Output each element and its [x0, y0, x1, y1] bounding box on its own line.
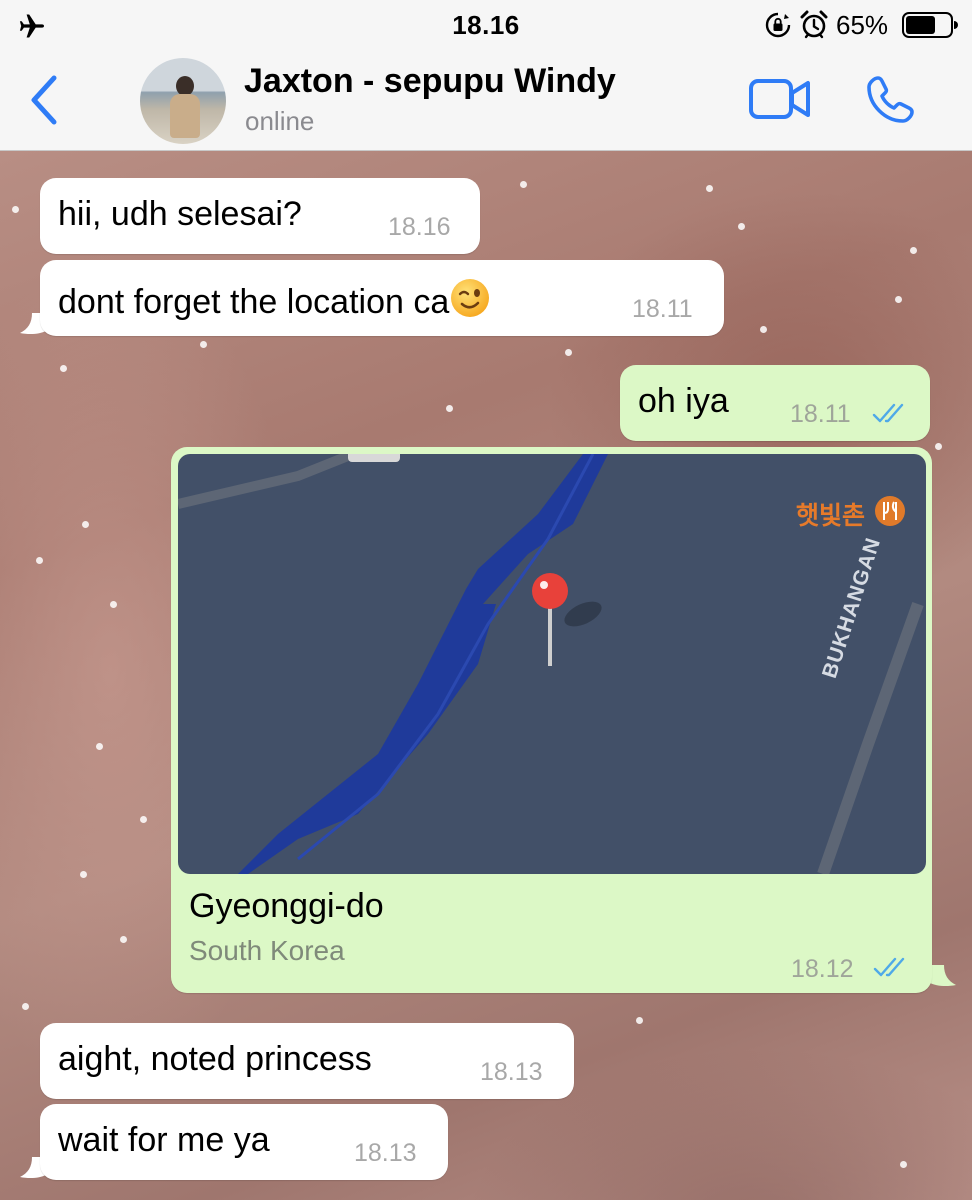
background-sparkle	[446, 405, 453, 412]
video-camera-icon[interactable]	[748, 74, 812, 124]
map-pin-icon	[532, 573, 568, 609]
contact-name[interactable]: Jaxton - sepupu Windy	[244, 62, 616, 101]
chat-background[interactable]: hii, udh selesai? 18.16 dont forget the …	[0, 151, 972, 1200]
map-pin-shadow	[564, 601, 602, 627]
message-time: 18.12	[791, 955, 854, 983]
bubble-tail-outgoing	[930, 965, 956, 987]
location-map-preview[interactable]: 햇빛촌 BUKHANGAN	[178, 454, 926, 874]
background-sparkle	[565, 349, 572, 356]
rotation-lock-icon	[765, 12, 791, 38]
phone-icon[interactable]	[864, 74, 916, 126]
avatar-figure-body	[170, 94, 200, 138]
message-time: 18.16	[388, 213, 451, 241]
background-sparkle	[895, 296, 902, 303]
background-sparkle	[82, 521, 89, 528]
location-message-bubble[interactable]: 햇빛촌 BUKHANGAN Gyeonggi-do South Korea 18…	[171, 447, 932, 993]
message-time: 18.13	[354, 1139, 417, 1167]
message-text: wait for me ya	[58, 1121, 270, 1159]
background-sparkle	[910, 247, 917, 254]
background-sparkle	[96, 743, 103, 750]
status-bar: 18.16 65%	[0, 0, 972, 52]
background-sparkle	[22, 1003, 29, 1010]
restaurant-icon	[875, 496, 905, 526]
message-text-content: dont forget the location ca	[58, 283, 450, 321]
message-bubble-incoming[interactable]: dont forget the location ca 18.11	[40, 260, 724, 336]
winking-face-emoji	[451, 279, 490, 317]
read-ticks-icon	[873, 957, 905, 977]
message-text: oh iya	[638, 382, 729, 420]
battery-percentage: 65%	[836, 10, 889, 40]
background-sparkle	[200, 341, 207, 348]
map-river	[238, 454, 608, 874]
background-sparkle	[120, 936, 127, 943]
background-sparkle	[706, 185, 713, 192]
background-sparkle	[12, 206, 19, 213]
message-bubble-incoming[interactable]: wait for me ya 18.13	[40, 1104, 448, 1180]
chat-header: Jaxton - sepupu Windy online	[0, 52, 972, 151]
location-subtitle: South Korea	[189, 935, 345, 966]
avatar[interactable]	[140, 58, 226, 144]
message-text: hii, udh selesai?	[58, 195, 302, 233]
message-text: aight, noted princess	[58, 1040, 372, 1078]
message-text: dont forget the location ca	[58, 277, 491, 322]
contact-status: online	[245, 106, 315, 136]
background-sparkle	[36, 557, 43, 564]
background-sparkle	[140, 816, 147, 823]
message-bubble-outgoing[interactable]: oh iya 18.11	[620, 365, 930, 441]
message-bubble-incoming[interactable]: aight, noted princess 18.13	[40, 1023, 574, 1099]
avatar-figure-head	[176, 76, 194, 96]
alarm-icon	[800, 10, 828, 39]
background-sparkle	[636, 1017, 643, 1024]
location-title: Gyeonggi-do	[189, 887, 384, 925]
back-chevron-icon[interactable]	[24, 74, 64, 126]
background-sparkle	[60, 365, 67, 372]
message-bubble-incoming[interactable]: hii, udh selesai? 18.16	[40, 178, 480, 254]
background-sparkle	[760, 326, 767, 333]
background-sparkle	[900, 1161, 907, 1168]
background-sparkle	[935, 443, 942, 450]
map-poi-label: 햇빛촌	[796, 502, 866, 530]
background-sparkle	[80, 871, 87, 878]
message-time: 18.11	[790, 400, 851, 428]
background-sparkle	[738, 223, 745, 230]
map-road-shield	[348, 454, 400, 462]
message-time: 18.11	[632, 295, 693, 323]
background-sparkle	[110, 601, 117, 608]
message-time: 18.13	[480, 1058, 543, 1086]
battery-icon	[902, 12, 958, 38]
background-sparkle	[520, 181, 527, 188]
read-ticks-icon	[872, 403, 904, 423]
map-road	[178, 454, 355, 509]
